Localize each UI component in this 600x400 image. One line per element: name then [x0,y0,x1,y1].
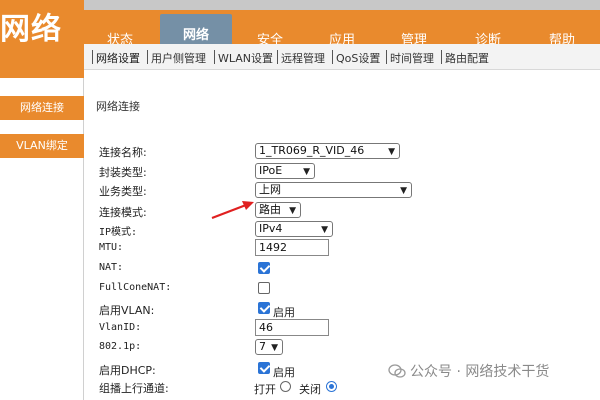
conn-name-select[interactable]: 1_TR069_R_VID_46 ▼ [255,143,400,159]
service-label: 业务类型: [99,185,147,198]
subnav-separator [386,50,387,64]
multicast-off-label: 关闭 [299,383,321,396]
encap-select[interactable]: IPoE ▼ [255,163,315,179]
content-panel: 网络连接 连接名称: 1_TR069_R_VID_46 ▼ 封装类型: IPoE… [84,71,600,400]
multicast-on-radio[interactable] [280,381,291,392]
subnav-separator [277,50,278,64]
subnav-remote[interactable]: 远程管理 [281,50,325,66]
fullcone-checkbox[interactable] [258,282,270,294]
sidebar: 网络连接 VLAN绑定 [0,78,84,400]
chevron-down-icon: ▼ [400,186,407,196]
encap-value: IPoE [259,164,283,177]
logo-text: 网络 [0,12,62,47]
subnav-wlan[interactable]: WLAN设置 [218,50,273,66]
section-title: 网络连接 [96,100,140,113]
subnav-network-settings[interactable]: 网络设置 [96,50,140,66]
dhcp-enable-checkbox[interactable] [258,362,270,374]
conn-mode-value: 路由 [259,203,281,216]
wechat-icon [388,364,406,378]
watermark-text: 公众号 · 网络技术干货 [410,364,550,380]
multicast-off-radio[interactable] [326,381,337,392]
dhcp-enable-check-label: 启用 [273,366,295,379]
chevron-down-icon: ▼ [321,225,328,235]
chevron-down-icon: ▼ [271,343,278,353]
service-value: 上网 [259,183,281,196]
sidebar-item-network-connection[interactable]: 网络连接 [0,96,84,120]
subnav-route[interactable]: 路由配置 [445,50,489,66]
vlan-id-label: VlanID: [99,322,142,333]
subnav-qos[interactable]: QoS设置 [336,50,380,66]
vlan-enable-check-label: 启用 [273,306,295,319]
dot1p-label: 802.1p: [99,341,142,352]
vlan-enable-checkbox[interactable] [258,302,270,314]
conn-mode-label: 连接模式: [99,206,147,219]
vlan-id-input[interactable]: 46 [255,319,329,336]
subnav-separator [441,50,442,64]
mtu-label: MTU: [99,242,124,253]
router-admin-page: 网络 状态 网络 安全 应用 管理 诊断 帮助 网络设置 用户侧管理 WLAN设… [0,0,600,400]
subnav-separator [147,50,148,64]
chevron-down-icon: ▼ [388,147,395,157]
subnav-separator [214,50,215,64]
dhcp-enable-label: 启用DHCP: [99,364,156,377]
chevron-down-icon: ▼ [303,167,310,177]
subnav-separator [92,50,93,64]
sub-nav: 网络设置 用户侧管理 WLAN设置 远程管理 QoS设置 时间管理 路由配置 [84,44,600,70]
sidebar-item-vlan-binding[interactable]: VLAN绑定 [0,134,84,158]
multicast-on-label: 打开 [254,383,276,396]
fullcone-label: FullConeNAT: [99,282,172,293]
mtu-input[interactable]: 1492 [255,239,329,256]
vlan-enable-label: 启用VLAN: [99,304,155,317]
conn-mode-select[interactable]: 路由 ▼ [255,202,301,218]
logo-area: 网络 [0,0,84,78]
ip-mode-select[interactable]: IPv4 ▼ [255,221,333,237]
chevron-down-icon: ▼ [289,206,296,216]
annotation-arrow-icon [211,201,254,220]
encap-label: 封装类型: [99,166,147,179]
dot1p-select[interactable]: 7 ▼ [255,339,283,355]
nat-checkbox[interactable] [258,262,270,274]
top-strip [84,0,600,10]
multicast-label: 组播上行通道: [99,382,169,395]
dot1p-value: 7 [259,340,266,353]
ip-mode-value: IPv4 [259,222,283,235]
conn-name-value: 1_TR069_R_VID_46 [259,144,365,157]
watermark: 公众号 · 网络技术干货 [388,360,549,382]
subnav-separator [332,50,333,64]
subnav-time[interactable]: 时间管理 [390,50,434,66]
nat-label: NAT: [99,262,124,273]
main-nav: 状态 网络 安全 应用 管理 诊断 帮助 [84,10,600,54]
conn-name-label: 连接名称: [99,146,147,159]
service-select[interactable]: 上网 ▼ [255,182,412,198]
ip-mode-label: IP模式: [99,227,138,238]
subnav-user-side[interactable]: 用户侧管理 [151,50,206,66]
